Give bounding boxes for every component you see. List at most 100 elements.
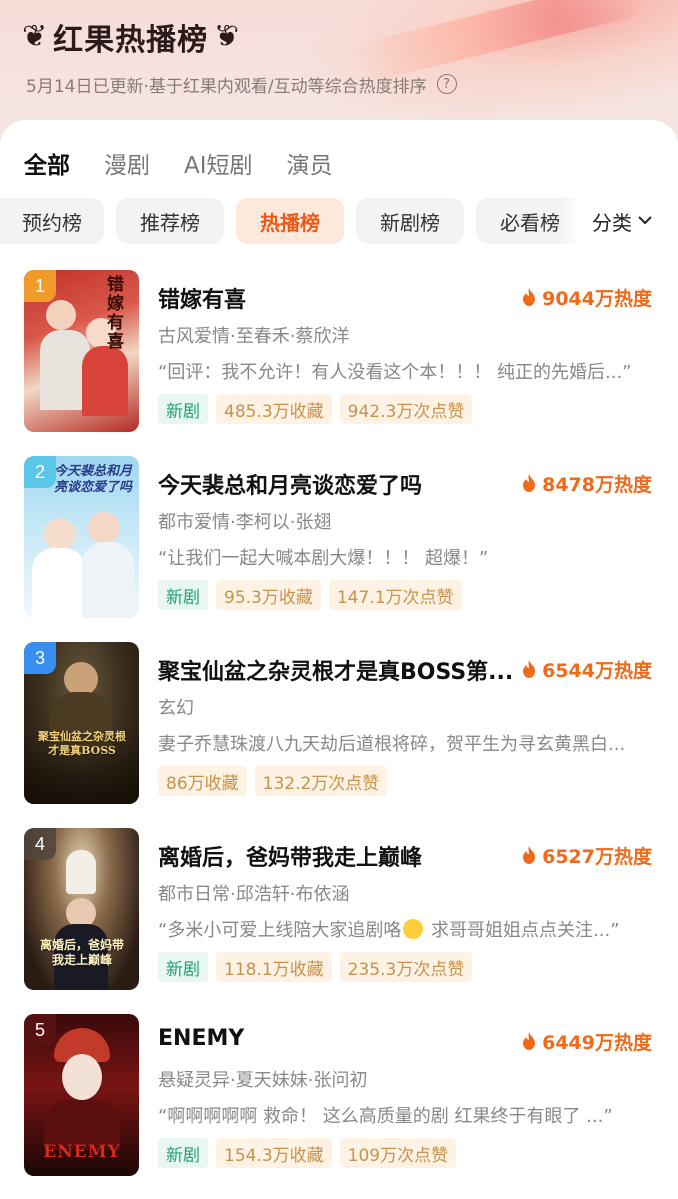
- drama-quote: 妻子乔慧珠渡八九天劫后道根将碎，贺平生为寻玄黄黑白...: [158, 734, 626, 755]
- question-circle-icon[interactable]: ?: [436, 74, 457, 94]
- filter-label: 分类: [592, 210, 632, 235]
- rank-badge: 3: [24, 642, 56, 674]
- list-item[interactable]: ENEMY 5 ENEMY 6449万热度 悬疑灵异·夏天妹妹·张问初 “啊啊啊…: [0, 1014, 678, 1184]
- poster-title-art: 错嫁有喜: [107, 275, 124, 352]
- poster-figure: [32, 548, 86, 618]
- flame-icon: [523, 474, 536, 492]
- poster-figure: [62, 1054, 102, 1100]
- list-item[interactable]: 错嫁有喜 1 错嫁有喜 9044万热度 古风爱情·至春禾·蔡欣洋 “回评：我不允…: [0, 270, 678, 440]
- flame-icon: [523, 846, 536, 864]
- poster-title-art: 今天裴总和月亮谈恋爱了吗: [54, 464, 133, 495]
- laurel-left-icon: ❦: [22, 19, 48, 54]
- list-item[interactable]: 聚宝仙盆之杂灵根才是真BOSS 3 聚宝仙盆之杂灵根才是真BOSS第... 65…: [0, 642, 678, 812]
- drama-poster[interactable]: 今天裴总和月亮谈恋爱了吗 2: [24, 456, 139, 618]
- quote-text: “多米小可爱上线陪大家追剧咯: [158, 920, 402, 941]
- drama-meta: 都市日常·邱浩轩·布依涵: [158, 884, 350, 905]
- drama-title[interactable]: 错嫁有喜: [158, 282, 518, 314]
- poster-figure: [44, 518, 76, 550]
- collect-count: 86万收藏: [158, 766, 247, 796]
- poster-figure: [66, 850, 96, 894]
- drama-title[interactable]: 今天裴总和月亮谈恋爱了吗: [158, 468, 518, 500]
- page-title-row: ❦ 红果热播榜 ❦: [22, 14, 239, 60]
- drama-meta: 都市爱情·李柯以·张翅: [158, 512, 332, 533]
- flame-icon: [523, 1032, 536, 1050]
- chip-reservation[interactable]: 预约榜: [0, 198, 104, 244]
- rank-badge: 2: [24, 456, 56, 488]
- list-item[interactable]: 离婚后，爸妈带我走上巅峰 4 离婚后，爸妈带我走上巅峰 6527万热度 都市日常…: [0, 828, 678, 998]
- heat-value: 8478万热度: [542, 473, 652, 496]
- flame-icon: [523, 660, 536, 678]
- poster-figure: [82, 542, 134, 618]
- drama-quote: “啊啊啊啊啊 救命！ 这么高质量的剧 红果终于有眼了 ...”: [158, 1106, 613, 1127]
- drama-title[interactable]: 聚宝仙盆之杂灵根才是真BOSS第...: [158, 654, 518, 686]
- like-count: 235.3万次点赞: [339, 952, 473, 982]
- heat-score: 6527万热度: [522, 840, 652, 870]
- chip-recommended[interactable]: 推荐榜: [116, 198, 224, 244]
- tab-actors[interactable]: 演员: [287, 146, 333, 180]
- page-title: 红果热播榜: [53, 23, 209, 58]
- drama-poster[interactable]: ENEMY 5: [24, 1014, 139, 1176]
- rank-badge: 5: [24, 1014, 56, 1046]
- poster-title-art: ENEMY: [43, 1142, 121, 1162]
- chevron-down-icon: [638, 213, 652, 229]
- category-tabs: 全部 漫剧 AI短剧 演员: [24, 143, 333, 183]
- tab-comic-drama[interactable]: 漫剧: [104, 146, 150, 180]
- party-face-emoji-icon: [403, 919, 424, 939]
- new-badge: 新剧: [158, 952, 208, 982]
- collect-count: 154.3万收藏: [216, 1138, 332, 1168]
- heat-value: 6449万热度: [542, 1031, 652, 1054]
- tag-row: 新剧 485.3万收藏 942.3万次点赞: [158, 394, 473, 424]
- heat-score: 6449万热度: [522, 1026, 652, 1056]
- heat-score: 8478万热度: [522, 468, 652, 498]
- quote-text: 求哥哥姐姐点点关注...”: [425, 920, 620, 941]
- poster-figure: [46, 300, 76, 330]
- tab-ai-short-drama[interactable]: AI短剧: [184, 146, 253, 180]
- update-info: 5月14日已更新·基于红果内观看/互动等综合热度排序 ?: [26, 70, 457, 98]
- collect-count: 485.3万收藏: [216, 394, 332, 424]
- flame-icon: [523, 288, 536, 306]
- drama-title[interactable]: ENEMY: [158, 1026, 518, 1051]
- heat-value: 9044万热度: [542, 287, 652, 310]
- heat-score: 9044万热度: [522, 282, 652, 312]
- like-count: 109万次点赞: [339, 1138, 457, 1168]
- rank-badge: 1: [24, 270, 56, 302]
- drama-poster[interactable]: 错嫁有喜 1: [24, 270, 139, 432]
- like-count: 132.2万次点赞: [254, 766, 388, 796]
- drama-meta: 古风爱情·至春禾·蔡欣洋: [158, 326, 350, 347]
- drama-poster[interactable]: 聚宝仙盆之杂灵根才是真BOSS 3: [24, 642, 139, 804]
- poster-figure: [64, 662, 98, 696]
- collect-count: 95.3万收藏: [216, 580, 321, 610]
- drama-meta: 悬疑灵异·夏天妹妹·张问初: [158, 1070, 368, 1091]
- list-item[interactable]: 今天裴总和月亮谈恋爱了吗 2 今天裴总和月亮谈恋爱了吗 8478万热度 都市爱情…: [0, 456, 678, 626]
- drama-poster[interactable]: 离婚后，爸妈带我走上巅峰 4: [24, 828, 139, 990]
- poster-title-art: 聚宝仙盆之杂灵根才是真BOSS: [38, 730, 126, 757]
- category-filter-button[interactable]: 分类: [576, 198, 678, 244]
- drama-quote: “回评：我不允许！有人没看这个本！！！ 纯正的先婚后...”: [158, 362, 632, 383]
- poster-figure: [88, 512, 120, 544]
- heat-value: 6527万热度: [542, 845, 652, 868]
- poster-figure: [82, 346, 128, 416]
- new-badge: 新剧: [158, 1138, 208, 1168]
- drama-meta: 玄幻: [158, 698, 194, 719]
- tab-all[interactable]: 全部: [24, 146, 70, 180]
- chip-must-watch[interactable]: 必看榜: [476, 198, 584, 244]
- chip-new-drama[interactable]: 新剧榜: [356, 198, 464, 244]
- new-badge: 新剧: [158, 580, 208, 610]
- chip-hot-playing[interactable]: 热播榜: [236, 198, 344, 244]
- drama-quote: “多米小可爱上线陪大家追剧咯 求哥哥姐姐点点关注...”: [158, 916, 654, 942]
- new-badge: 新剧: [158, 394, 208, 424]
- like-count: 942.3万次点赞: [339, 394, 473, 424]
- rank-badge: 4: [24, 828, 56, 860]
- heat-value: 6544万热度: [542, 659, 652, 682]
- like-count: 147.1万次点赞: [328, 580, 462, 610]
- tag-row: 新剧 118.1万收藏 235.3万次点赞: [158, 952, 473, 982]
- update-subtitle: 5月14日已更新·基于红果内观看/互动等综合热度排序: [26, 76, 427, 97]
- laurel-right-icon: ❦: [214, 19, 240, 54]
- drama-title[interactable]: 离婚后，爸妈带我走上巅峰: [158, 840, 518, 872]
- tag-row: 新剧 154.3万收藏 109万次点赞: [158, 1138, 457, 1168]
- tag-row: 新剧 95.3万收藏 147.1万次点赞: [158, 580, 462, 610]
- tag-row: 86万收藏 132.2万次点赞: [158, 766, 388, 796]
- heat-score: 6544万热度: [522, 654, 652, 684]
- collect-count: 118.1万收藏: [216, 952, 332, 982]
- poster-title-art: 离婚后，爸妈带我走上巅峰: [39, 938, 124, 967]
